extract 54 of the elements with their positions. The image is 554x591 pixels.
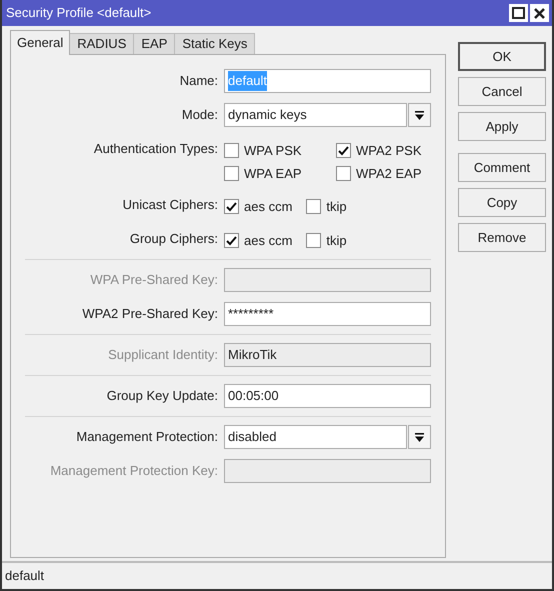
- input-field[interactable]: [224, 268, 431, 292]
- dialog-button[interactable]: OK: [458, 42, 546, 71]
- field-label: Name:: [178, 72, 219, 90]
- field-label: WPA Pre-Shared Key:: [89, 271, 219, 289]
- checkbox-label: WPA2 PSK: [356, 142, 422, 160]
- field-label: Group Key Update:: [106, 387, 219, 405]
- dropdown-button[interactable]: [408, 103, 431, 127]
- field-label: Mode:: [180, 106, 219, 124]
- close-button[interactable]: [530, 4, 549, 22]
- tab[interactable]: EAP: [133, 33, 176, 54]
- dropdown-button[interactable]: [408, 425, 431, 449]
- close-icon: [534, 8, 545, 18]
- checkbox[interactable]: [224, 166, 239, 181]
- checkbox[interactable]: [224, 199, 239, 214]
- field-label: Unicast Ciphers:: [122, 196, 219, 214]
- dialog-button[interactable]: Apply: [458, 112, 546, 141]
- checkbox-label: tkip: [326, 232, 347, 250]
- checkbox[interactable]: [306, 233, 322, 248]
- dialog-button[interactable]: Cancel: [458, 77, 546, 106]
- dialog-button[interactable]: Remove: [458, 223, 546, 252]
- checkbox-label: WPA EAP: [244, 164, 302, 182]
- checkbox[interactable]: [306, 199, 322, 214]
- tab[interactable]: RADIUS: [69, 33, 134, 54]
- field-label: Management Protection:: [75, 428, 219, 446]
- checkbox-label: WPA PSK: [244, 142, 302, 160]
- checkbox-label: tkip: [326, 198, 347, 216]
- input-field[interactable]: [224, 459, 431, 483]
- checkbox-label: WPA2 EAP: [356, 164, 422, 182]
- checkbox[interactable]: [336, 143, 351, 158]
- checkbox[interactable]: [224, 143, 239, 158]
- tab[interactable]: Static Keys: [174, 33, 256, 54]
- tab[interactable]: General: [10, 30, 70, 55]
- maximize-icon: [512, 7, 525, 19]
- checkbox-label: aes ccm: [244, 232, 292, 250]
- checkbox[interactable]: [224, 233, 239, 248]
- field-label: WPA2 Pre-Shared Key:: [81, 305, 219, 323]
- field-label: Supplicant Identity:: [107, 346, 219, 364]
- field-label: Authentication Types:: [92, 140, 219, 158]
- dialog-button[interactable]: Copy: [458, 188, 546, 217]
- checkbox[interactable]: [336, 166, 351, 181]
- input-field[interactable]: 00:05:00: [224, 384, 431, 408]
- dropdown-icon: [415, 110, 424, 120]
- field-label: Management Protection Key:: [49, 462, 219, 480]
- window-title: Security Profile <default>: [6, 4, 152, 22]
- input-field[interactable]: *********: [224, 302, 431, 326]
- selected-text: default: [228, 71, 268, 91]
- dropdown-field[interactable]: dynamic keys: [224, 103, 408, 127]
- dropdown-icon: [415, 432, 424, 442]
- dropdown-field[interactable]: disabled: [224, 425, 408, 449]
- status-text: default: [5, 567, 44, 586]
- dialog-button[interactable]: Comment: [458, 153, 546, 182]
- field-label: Group Ciphers:: [128, 230, 219, 248]
- checkbox-label: aes ccm: [244, 198, 292, 216]
- maximize-button[interactable]: [509, 4, 528, 22]
